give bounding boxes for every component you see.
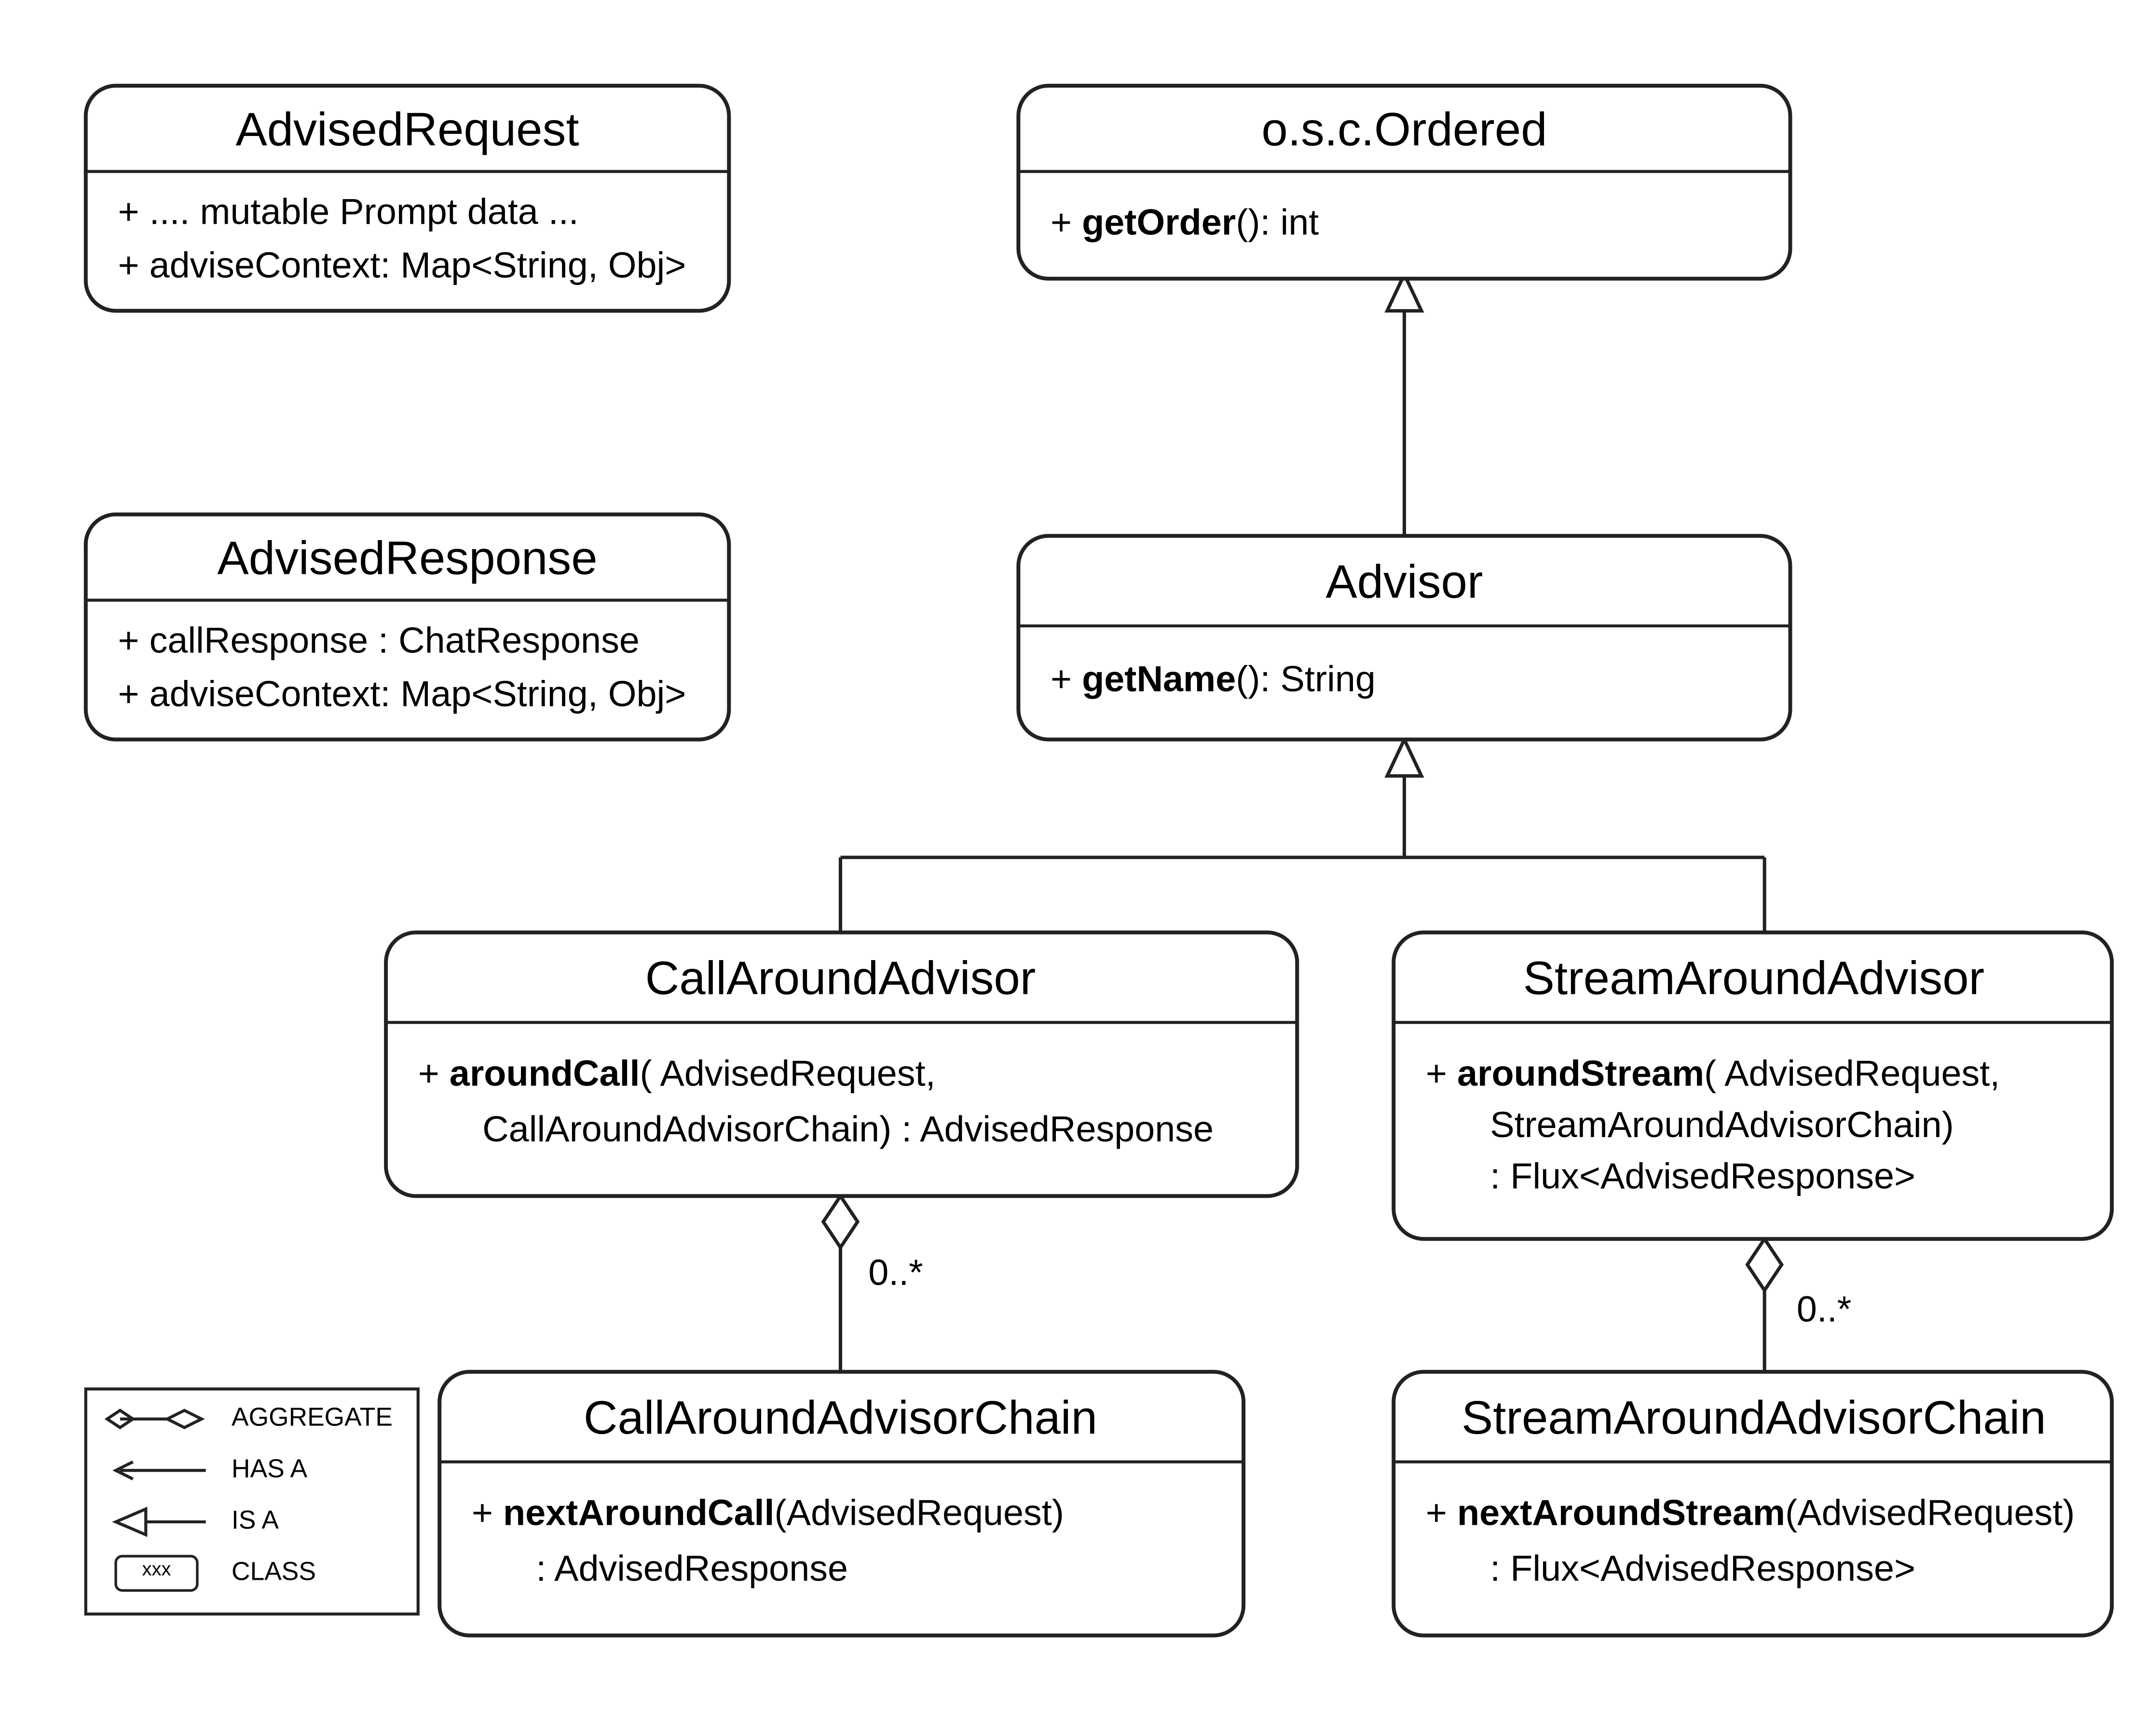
class-op: + getOrder(): int (1051, 203, 1319, 243)
class-advisor: Advisor + getName(): String (1018, 536, 1790, 739)
uml-class-diagram: 0..* 0..* AdvisedRequest + .... mutable … (0, 0, 2144, 1736)
class-op-line1: + nextAroundCall(AdvisedRequest) (472, 1493, 1064, 1533)
class-attr: + callResponse : ChatResponse (118, 620, 639, 661)
class-attr: + adviseContext: Map<String, Obj> (118, 245, 686, 286)
class-stream-around-advisor-chain: StreamAroundAdvisorChain + nextAroundStr… (1393, 1372, 2112, 1636)
class-title: CallAroundAdvisor (645, 951, 1036, 1004)
class-op-line2: CallAroundAdvisorChain) : AdvisedRespons… (482, 1109, 1214, 1150)
legend-label: HAS A (232, 1454, 308, 1483)
class-title: StreamAroundAdvisor (1523, 951, 1984, 1004)
class-title: Advisor (1325, 555, 1483, 608)
class-attr: + adviseContext: Map<String, Obj> (118, 674, 686, 715)
multiplicity-call: 0..* (868, 1253, 923, 1293)
legend: AGGREGATE HAS A IS A xxx CLASS (86, 1389, 418, 1614)
class-op-line2: StreamAroundAdvisorChain) (1490, 1105, 1954, 1145)
class-attr: + .... mutable Prompt data ... (118, 191, 578, 232)
legend-label: IS A (232, 1506, 279, 1534)
legend-label: CLASS (232, 1558, 316, 1586)
class-op-line1: + nextAroundStream(AdvisedRequest) (1426, 1493, 2075, 1533)
class-op-line3: : Flux<AdvisedResponse> (1490, 1156, 1915, 1197)
class-title: o.s.c.Ordered (1261, 102, 1547, 155)
generalization-subadvisors-to-advisor (840, 740, 1764, 933)
class-stream-around-advisor: StreamAroundAdvisor + aroundStream( Advi… (1393, 933, 2112, 1239)
aggregation-calladvisor-to-callchain (823, 1196, 858, 1371)
class-title: AdvisedRequest (236, 102, 579, 155)
legend-label: AGGREGATE (232, 1403, 393, 1432)
class-advised-request: AdvisedRequest + .... mutable Prompt dat… (86, 86, 729, 311)
class-call-around-advisor: CallAroundAdvisor + aroundCall( AdvisedR… (386, 933, 1297, 1196)
class-advised-response: AdvisedResponse + callResponse : ChatRes… (86, 515, 729, 740)
class-op: + getName(): String (1051, 659, 1376, 699)
class-call-around-advisor-chain: CallAroundAdvisorChain + nextAroundCall(… (439, 1372, 1243, 1636)
generalization-advisor-to-ordered (1387, 274, 1421, 536)
class-op-line2: : AdvisedResponse (536, 1548, 848, 1589)
aggregation-streamadvisor-to-streamchain (1748, 1239, 1782, 1372)
class-title: CallAroundAdvisorChain (584, 1391, 1097, 1444)
class-title: AdvisedResponse (218, 531, 598, 584)
legend-sample-text: xxx (142, 1559, 171, 1580)
class-title: StreamAroundAdvisorChain (1461, 1391, 2046, 1444)
class-op-line1: + aroundCall( AdvisedRequest, (418, 1053, 936, 1094)
class-op-line1: + aroundStream( AdvisedRequest, (1426, 1053, 2000, 1094)
class-ordered: o.s.c.Ordered + getOrder(): int (1018, 86, 1790, 279)
class-op-line2: : Flux<AdvisedResponse> (1490, 1548, 1915, 1589)
multiplicity-stream: 0..* (1797, 1289, 1851, 1329)
